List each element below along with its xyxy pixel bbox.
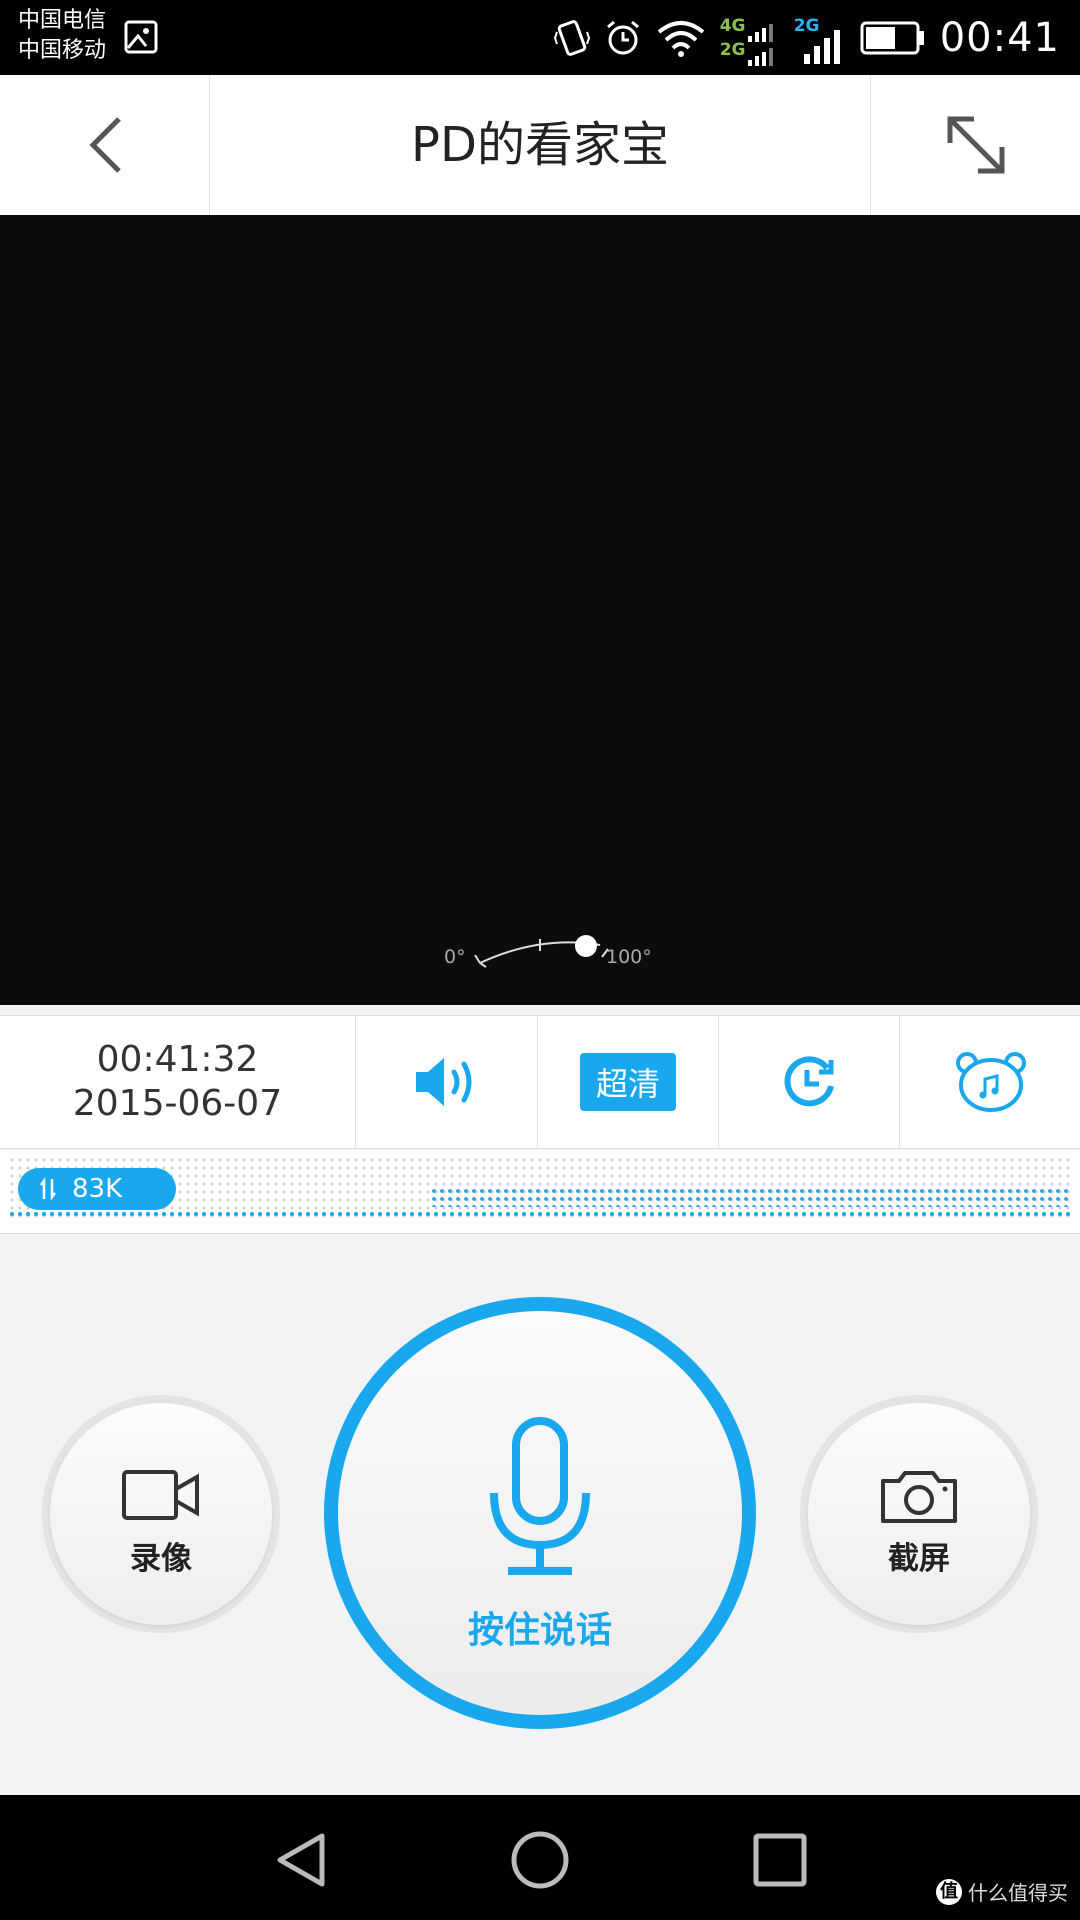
vibrate-icon [553, 19, 590, 56]
network-2g-label: 2G [719, 39, 746, 60]
record-button[interactable]: 录像 [42, 1395, 280, 1633]
nav-back-button[interactable] [265, 1825, 335, 1895]
record-label: 录像 [130, 1541, 192, 1577]
wifi-icon [657, 20, 704, 57]
lullaby-music-button[interactable] [900, 1016, 1080, 1148]
triangle-back-icon [277, 1833, 325, 1887]
quality-toggle-button[interactable]: 超清 [538, 1016, 719, 1148]
microphone-icon [490, 1417, 590, 1575]
expand-arrows-icon [947, 116, 1004, 174]
history-clock-icon [784, 1056, 834, 1107]
watermark-text: 什么值得买 [968, 1881, 1068, 1905]
image-notification-icon [124, 20, 158, 54]
pan-angle-knob[interactable] [575, 935, 597, 957]
back-button[interactable] [0, 75, 210, 215]
status-bar: 中国电信 中国移动 4G 2G 2G 00:41 [0, 0, 1080, 75]
fullscreen-button[interactable] [870, 75, 1080, 215]
page-title: PD的看家宝 [411, 117, 669, 173]
transfer-arrows-icon [40, 1177, 56, 1201]
screenshot-label: 截屏 [888, 1541, 950, 1577]
signal-bars-icon [747, 23, 773, 66]
title-bar: PD的看家宝 [0, 75, 1080, 215]
audio-level-peaks [430, 1187, 1072, 1207]
camera-icon [881, 1471, 957, 1523]
carrier-2: 中国移动 [18, 38, 107, 63]
playback-history-button[interactable] [719, 1016, 900, 1148]
carrier-1: 中国电信 [18, 8, 107, 33]
network-type-indicators: 4G 2G [720, 8, 780, 68]
audio-level-strip: 83K [0, 1150, 1080, 1234]
push-to-talk-button[interactable]: 按住说话 [324, 1297, 756, 1729]
watermark-logo: 值 [936, 1878, 962, 1905]
camera-video-feed[interactable] [0, 215, 1080, 1005]
audio-level-bar [8, 1209, 1072, 1219]
angle-max-label: 100° [606, 946, 652, 968]
nav-recents-button[interactable] [745, 1825, 815, 1895]
status-clock: 00:41 [939, 14, 1060, 61]
battery-icon [860, 21, 924, 54]
system-nav-bar: 值 什么值得买 [0, 1795, 1080, 1920]
timestamp-display: 00:41:32 2015-06-07 [0, 1016, 356, 1148]
timestamp-time: 00:41:32 [96, 1039, 259, 1080]
network-4g-label: 4G [719, 15, 746, 36]
angle-min-label: 0° [444, 946, 466, 968]
timestamp-date: 2015-06-07 [72, 1083, 283, 1124]
screenshot-button[interactable]: 截屏 [800, 1395, 1038, 1633]
alarm-icon [606, 20, 639, 54]
video-camera-icon [122, 1470, 199, 1520]
push-to-talk-label: 按住说话 [467, 1610, 612, 1651]
action-panel: 录像 按住说话 截屏 [0, 1235, 1080, 1795]
circle-home-icon [511, 1831, 569, 1889]
bitrate-badge: 83K [18, 1168, 176, 1210]
control-row: 00:41:32 2015-06-07 超清 [0, 1015, 1080, 1149]
carrier-labels: 中国电信 中国移动 [18, 6, 106, 66]
nav-home-button[interactable] [505, 1825, 575, 1895]
quality-badge: 超清 [579, 1053, 676, 1111]
signal-strength-icon [803, 29, 840, 64]
speaker-icon [416, 1058, 472, 1106]
watermark: 值 什么值得买 [936, 1877, 1068, 1906]
bear-music-icon [955, 1052, 1026, 1112]
sound-toggle-button[interactable] [357, 1016, 538, 1148]
chevron-left-icon [88, 117, 121, 173]
square-recents-icon [753, 1833, 807, 1887]
bitrate-value: 83K [72, 1174, 123, 1204]
signal-2g-indicator: 2G [794, 8, 846, 68]
